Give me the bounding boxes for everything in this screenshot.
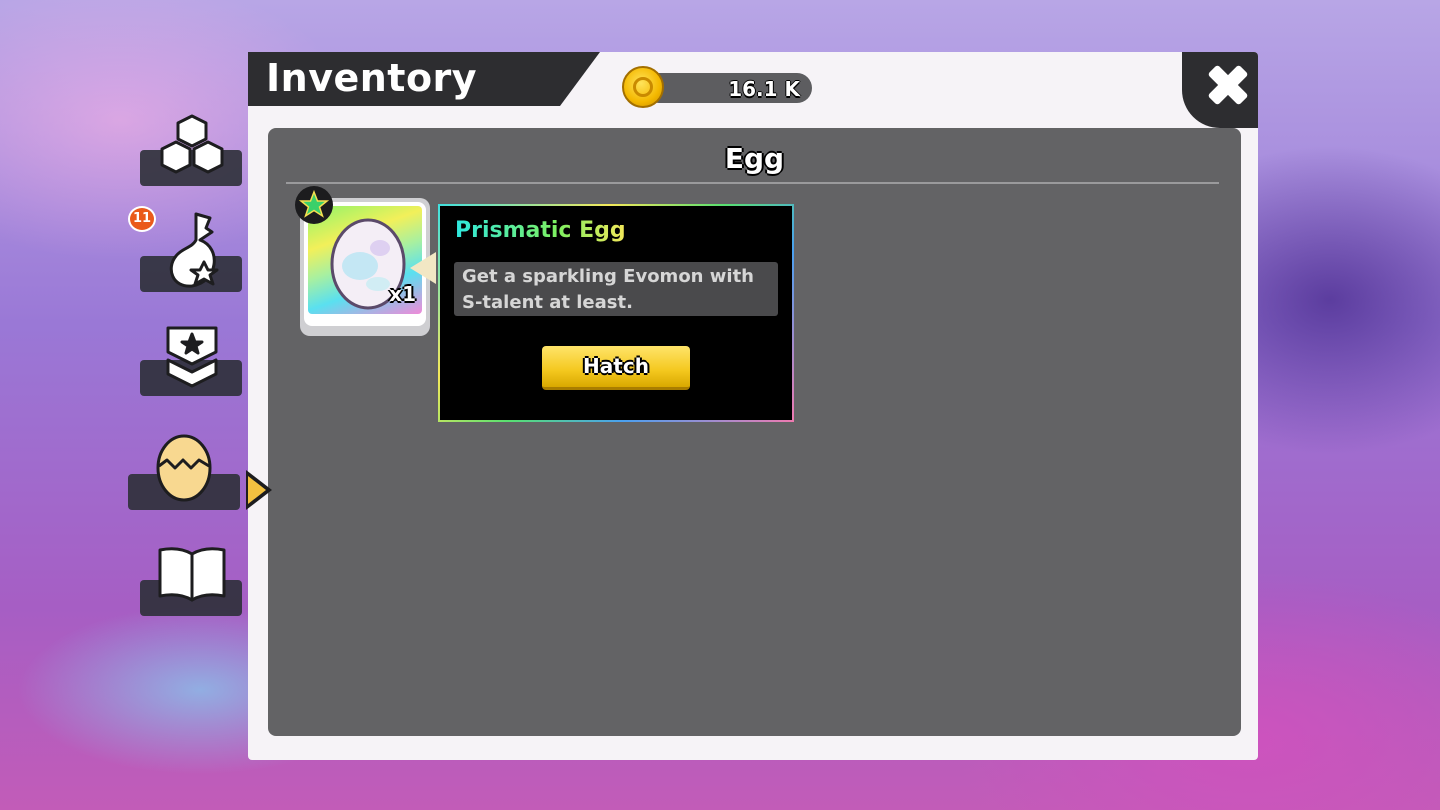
tooltip-arrow <box>410 252 436 284</box>
title-tab: Inventory <box>248 52 600 106</box>
item-count: x1 <box>389 282 416 306</box>
currency-amount: 16.1 K <box>728 77 800 101</box>
sidebar-item-eggs[interactable] <box>128 426 242 510</box>
coin-icon <box>622 66 664 108</box>
tooltip-body: Prismatic Egg Get a sparkling Evomon wit… <box>440 206 792 420</box>
book-icon <box>158 547 226 602</box>
currency-bar: 16.1 K <box>644 73 812 103</box>
close-icon <box>1208 65 1248 105</box>
selected-indicator-fill <box>248 476 266 504</box>
section-title: Egg <box>724 142 785 175</box>
sidebar-item-items[interactable] <box>140 112 242 186</box>
rank-chevron-icon <box>166 326 218 388</box>
notification-badge: 11 <box>128 206 156 232</box>
currency-display: 16.1 K <box>622 66 812 108</box>
potion-icon <box>169 212 219 288</box>
hatch-button[interactable]: Hatch <box>542 346 690 390</box>
sidebar-item-rank[interactable] <box>140 322 242 396</box>
item-tooltip: Prismatic Egg Get a sparkling Evomon wit… <box>438 204 794 422</box>
close-button[interactable] <box>1182 52 1258 128</box>
cubes-icon <box>160 114 224 174</box>
sidebar-item-book[interactable] <box>140 542 242 616</box>
item-description: Get a sparkling Evomon with S-talent at … <box>454 262 778 316</box>
page-title: Inventory <box>266 56 478 100</box>
item-name: Prismatic Egg <box>455 218 626 243</box>
section-divider <box>286 182 1219 184</box>
star-badge-icon <box>298 189 330 218</box>
egg-icon <box>156 434 212 502</box>
rarity-badge <box>295 186 333 224</box>
